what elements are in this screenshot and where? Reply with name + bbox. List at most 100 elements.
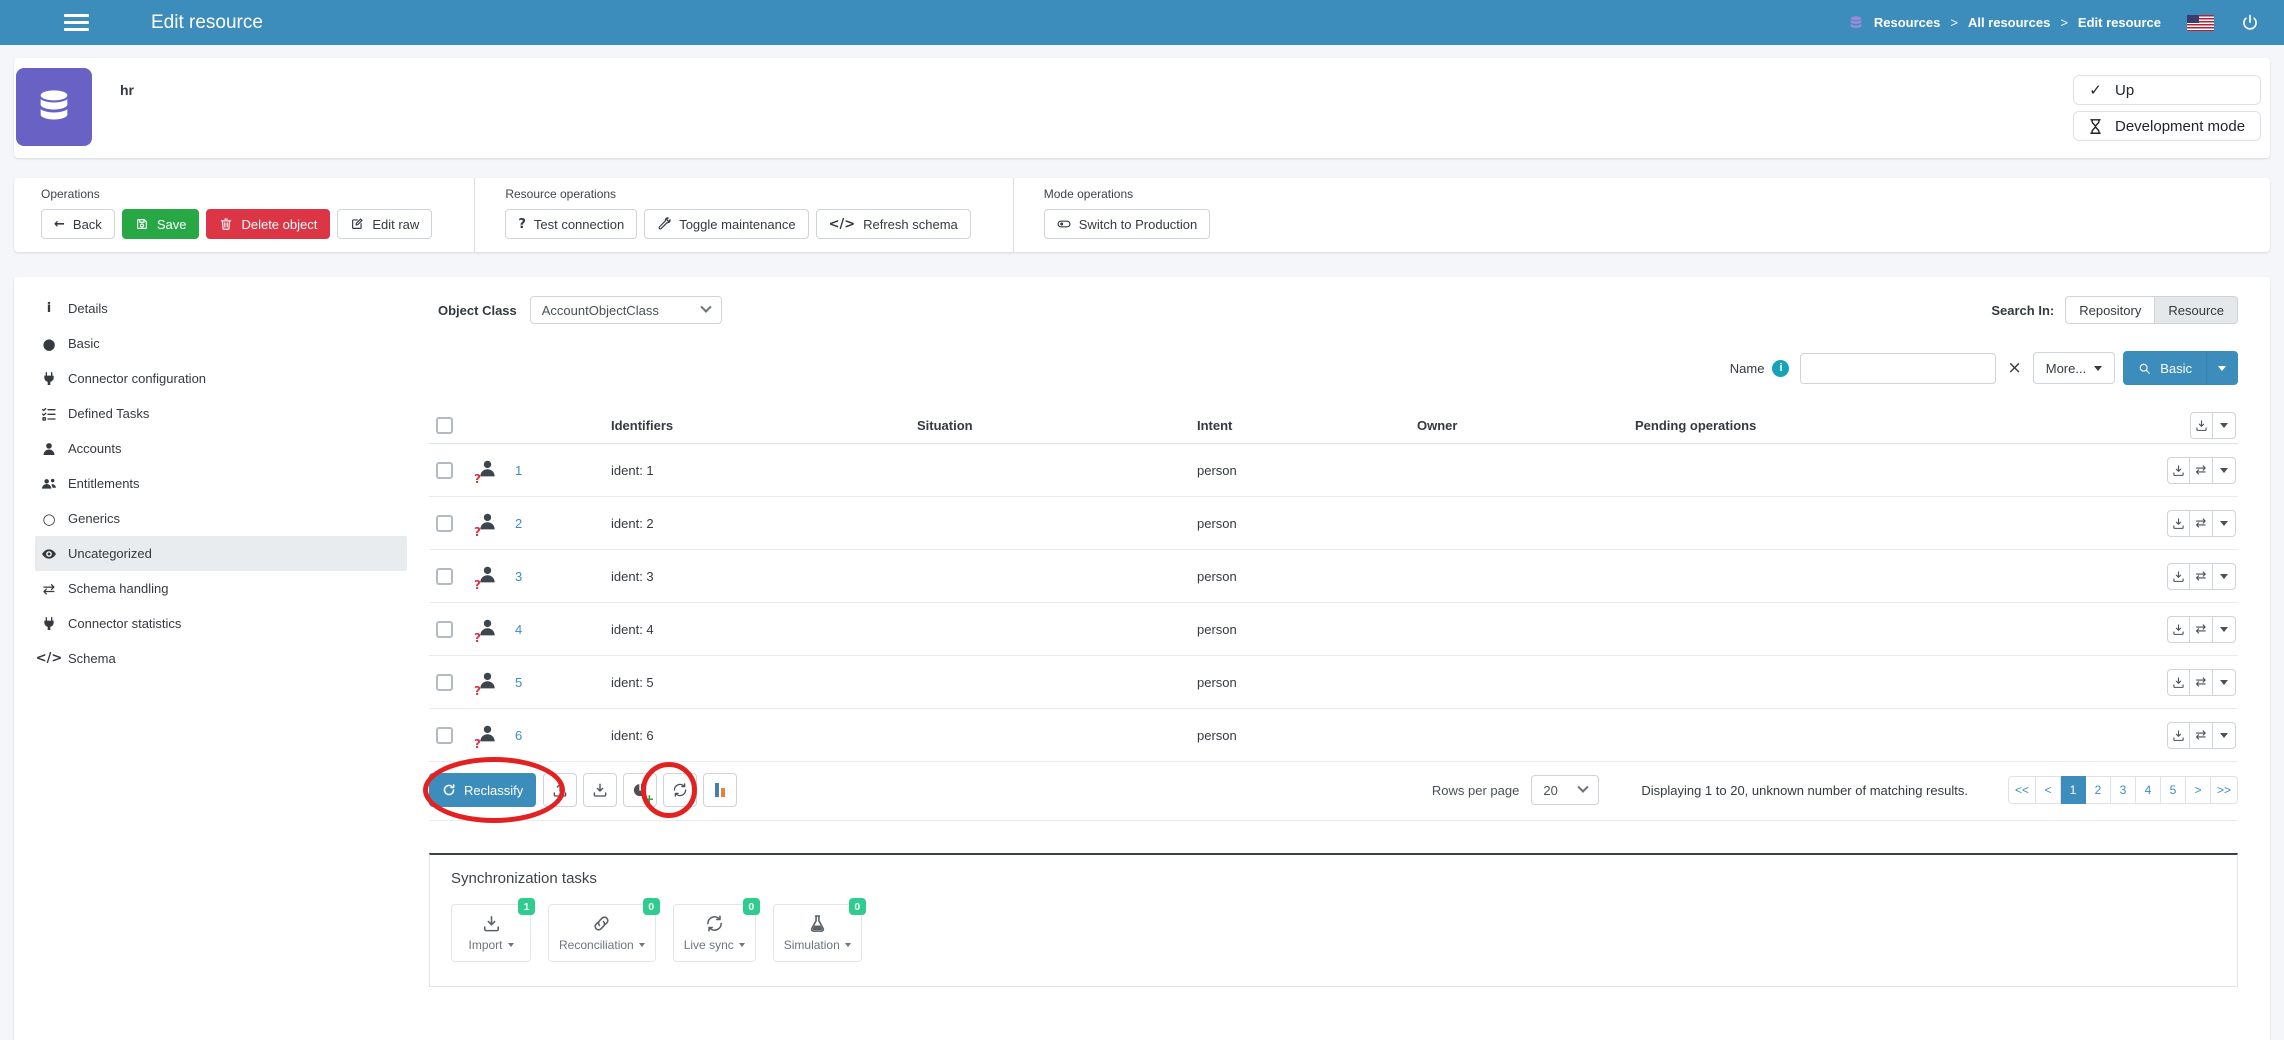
download-button[interactable]: [2167, 510, 2190, 537]
page-4-button[interactable]: 4: [2136, 776, 2161, 804]
download-button[interactable]: [2167, 457, 2190, 484]
download-button[interactable]: [2167, 669, 2190, 696]
intent-cell: person: [1197, 675, 1417, 690]
account-person-icon: ?: [477, 723, 498, 744]
exchange-button[interactable]: ⇄: [2190, 616, 2213, 643]
reconciliation-task-button[interactable]: Reconciliation 0: [548, 904, 656, 962]
basic-search-caret-button[interactable]: [2206, 352, 2237, 384]
account-link[interactable]: 6: [515, 728, 522, 743]
account-link[interactable]: 5: [515, 675, 522, 690]
row-menu-caret-button[interactable]: [2213, 616, 2236, 643]
delete-object-button[interactable]: Delete object: [206, 209, 330, 239]
download-button[interactable]: [2167, 722, 2190, 749]
page-next-button[interactable]: >: [2186, 776, 2211, 804]
sidebar-item-details[interactable]: i Details: [35, 291, 407, 326]
sidebar-item-connector-statistics[interactable]: Connector statistics: [35, 606, 407, 641]
circle-outline-icon: ○: [42, 510, 55, 528]
save-button[interactable]: Save: [122, 209, 200, 239]
top-bar: Edit resource Resources > All resources …: [0, 0, 2284, 45]
sidebar-item-generics[interactable]: ○ Generics: [35, 501, 407, 536]
sidebar-item-entitlements[interactable]: Entitlements: [35, 466, 407, 501]
row-checkbox[interactable]: [436, 462, 453, 479]
question-badge-icon: ?: [474, 684, 481, 698]
edit-icon: [350, 217, 364, 231]
sidebar-item-accounts[interactable]: Accounts: [35, 431, 407, 466]
name-filter-input[interactable]: [1800, 353, 1996, 384]
row-checkbox[interactable]: [436, 568, 453, 585]
more-filters-button[interactable]: More...: [2033, 352, 2115, 384]
live-sync-task-button[interactable]: Live sync 0: [673, 904, 756, 962]
row-menu-caret-button[interactable]: [2213, 510, 2236, 537]
back-button[interactable]: ← Back: [41, 209, 115, 239]
account-link[interactable]: 4: [515, 622, 522, 637]
download-button[interactable]: [2167, 616, 2190, 643]
exchange-button[interactable]: ⇄: [2190, 457, 2213, 484]
account-link[interactable]: 3: [515, 569, 522, 584]
row-checkbox[interactable]: [436, 515, 453, 532]
row-checkbox[interactable]: [436, 674, 453, 691]
refresh-schema-button[interactable]: </> Refresh schema: [816, 209, 971, 239]
page-last-button[interactable]: >>: [2211, 776, 2238, 804]
exchange-button[interactable]: ⇄: [2190, 722, 2213, 749]
menu-hamburger-icon[interactable]: [64, 21, 89, 24]
row-menu-caret-button[interactable]: [2213, 669, 2236, 696]
page-5-button[interactable]: 5: [2161, 776, 2186, 804]
export-menu-caret-button[interactable]: [2213, 412, 2236, 439]
import-task-button[interactable]: Import 1: [451, 904, 531, 962]
test-connection-button[interactable]: ? Test connection: [505, 209, 637, 239]
toggle-maintenance-button[interactable]: Toggle maintenance: [644, 209, 808, 239]
page-3-button[interactable]: 3: [2111, 776, 2136, 804]
row-menu-caret-button[interactable]: [2213, 722, 2236, 749]
exchange-button[interactable]: ⇄: [2190, 510, 2213, 537]
breadcrumb-current: Edit resource: [2078, 15, 2161, 30]
account-link[interactable]: 1: [515, 463, 522, 478]
upload-button[interactable]: [543, 773, 577, 807]
exchange-button[interactable]: ⇄: [2190, 669, 2213, 696]
account-link[interactable]: 2: [515, 516, 522, 531]
object-class-select[interactable]: AccountObjectClass: [530, 296, 722, 324]
rows-per-page-select[interactable]: 20: [1531, 775, 1599, 805]
page-2-button[interactable]: 2: [2086, 776, 2111, 804]
page-1-button[interactable]: 1: [2061, 776, 2086, 804]
sidebar-item-schema-handling[interactable]: ⇄ Schema handling: [35, 571, 407, 606]
clear-search-icon[interactable]: ×: [2007, 360, 2021, 377]
breadcrumb-link-resources[interactable]: Resources: [1874, 15, 1940, 30]
question-badge-icon: ?: [474, 578, 481, 592]
logout-power-icon[interactable]: [2240, 13, 2260, 33]
download-icon: [2172, 729, 2185, 742]
page-first-button[interactable]: <<: [2008, 776, 2036, 804]
search-in-repository-button[interactable]: Repository: [2065, 296, 2155, 324]
row-checkbox[interactable]: [436, 727, 453, 744]
download-button[interactable]: [583, 773, 617, 807]
table-row: ? 2 ident: 2 person ⇄: [429, 497, 2238, 550]
exchange-button[interactable]: ⇄: [2190, 563, 2213, 590]
edit-raw-button[interactable]: Edit raw: [337, 209, 432, 239]
switch-to-production-button[interactable]: Switch to Production: [1044, 209, 1211, 239]
statistics-button[interactable]: [703, 773, 737, 807]
basic-search-button[interactable]: Basic: [2123, 351, 2238, 385]
simulation-task-button[interactable]: Simulation 0: [773, 904, 862, 962]
rows-per-page-label: Rows per page: [1432, 783, 1519, 798]
row-menu-caret-button[interactable]: [2213, 457, 2236, 484]
export-button[interactable]: [2190, 412, 2213, 439]
language-flag-icon[interactable]: [2187, 15, 2214, 31]
sidebar-item-defined-tasks[interactable]: Defined Tasks: [35, 396, 407, 431]
sidebar-item-basic[interactable]: ● Basic: [35, 326, 407, 361]
download-button[interactable]: [2167, 563, 2190, 590]
task-count-badge: 0: [643, 898, 660, 915]
resource-badges: ✓ Up Development mode: [2073, 75, 2261, 141]
resource-operations-group: Resource operations ? Test connection To…: [474, 178, 1012, 252]
sidebar-item-schema[interactable]: </> Schema: [35, 641, 407, 676]
reclassify-button[interactable]: Reclassify: [429, 773, 536, 807]
breadcrumb-link-all-resources[interactable]: All resources: [1968, 15, 2050, 30]
create-report-button[interactable]: +: [623, 773, 657, 807]
page-prev-button[interactable]: <: [2036, 776, 2061, 804]
refresh-button[interactable]: [663, 773, 697, 807]
sidebar-item-uncategorized[interactable]: Uncategorized: [35, 536, 407, 571]
sidebar-item-connector-configuration[interactable]: Connector configuration: [35, 361, 407, 396]
select-all-checkbox[interactable]: [436, 417, 453, 434]
search-in-resource-button[interactable]: Resource: [2155, 296, 2238, 324]
topbar-right: Resources > All resources > Edit resourc…: [1848, 13, 2260, 33]
row-checkbox[interactable]: [436, 621, 453, 638]
row-menu-caret-button[interactable]: [2213, 563, 2236, 590]
